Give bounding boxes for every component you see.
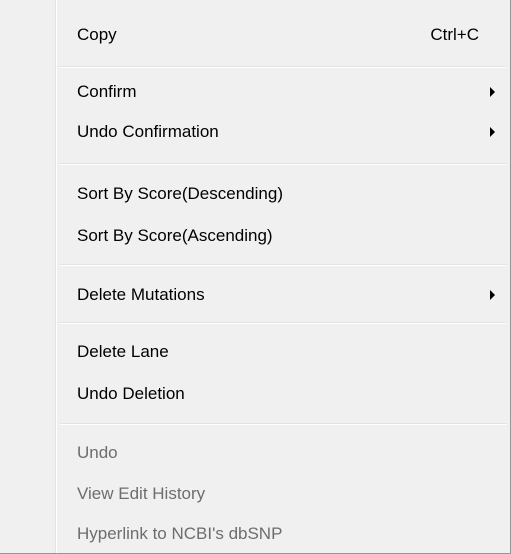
menu-item-label: Delete Mutations <box>77 285 205 304</box>
menu-item-label: Copy <box>77 25 117 44</box>
menu-item-label: Undo Deletion <box>77 384 185 403</box>
menu-item-undo[interactable]: Undo <box>0 433 510 473</box>
context-menu: Copy Ctrl+C Confirm Undo Confirmation So… <box>0 0 511 554</box>
menu-item-copy[interactable]: Copy Ctrl+C <box>0 15 510 55</box>
menu-item-view-edit-history[interactable]: View Edit History <box>0 474 510 514</box>
menu-item-delete-lane[interactable]: Delete Lane <box>0 332 510 372</box>
menu-item-undo-confirmation[interactable]: Undo Confirmation <box>0 112 510 152</box>
menu-item-label: Confirm <box>77 82 137 101</box>
menu-item-undo-deletion[interactable]: Undo Deletion <box>0 374 510 414</box>
menu-item-delete-mutations[interactable]: Delete Mutations <box>0 275 510 315</box>
menu-item-label: Delete Lane <box>77 342 169 361</box>
menu-item-label: Undo <box>77 443 118 462</box>
menu-separator <box>60 264 507 266</box>
menu-separator <box>60 163 507 165</box>
menu-separator <box>60 423 507 425</box>
menu-item-label: Sort By Score(Descending) <box>77 184 283 203</box>
submenu-arrow-icon <box>490 127 495 137</box>
menu-separator <box>60 322 507 324</box>
submenu-arrow-icon <box>490 290 495 300</box>
submenu-arrow-icon <box>490 87 495 97</box>
menu-item-confirm[interactable]: Confirm <box>0 72 510 112</box>
menu-item-label: View Edit History <box>77 484 206 503</box>
menu-separator <box>60 66 507 68</box>
menu-item-shortcut: Ctrl+C <box>430 25 479 44</box>
menu-item-label: Hyperlink to NCBI's dbSNP <box>77 524 283 543</box>
menu-item-label: Sort By Score(Ascending) <box>77 226 273 245</box>
menu-item-hyperlink-dbsnp[interactable]: Hyperlink to NCBI's dbSNP <box>0 514 510 554</box>
menu-item-sort-ascending[interactable]: Sort By Score(Ascending) <box>0 216 510 256</box>
menu-item-sort-descending[interactable]: Sort By Score(Descending) <box>0 174 510 214</box>
menu-item-label: Undo Confirmation <box>77 122 219 141</box>
